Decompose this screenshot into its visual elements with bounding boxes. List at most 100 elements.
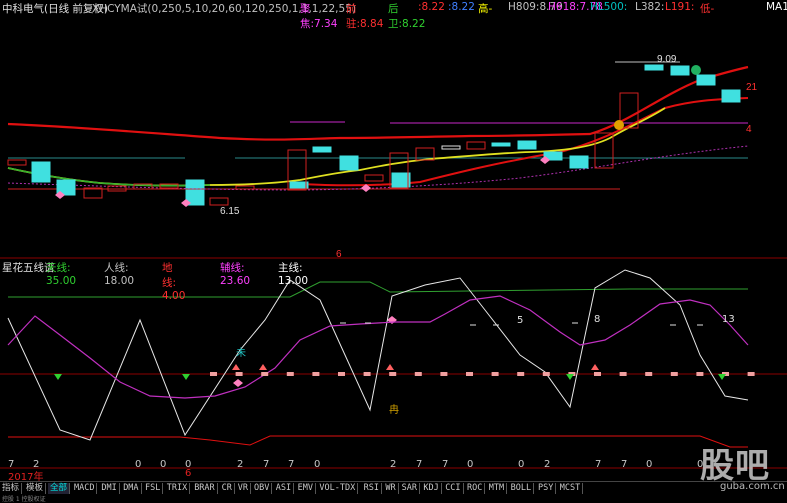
diamond-icon xyxy=(233,379,243,387)
candle xyxy=(491,142,511,147)
baseline-mark xyxy=(491,372,499,376)
candle xyxy=(235,185,255,190)
count-value: 0 xyxy=(185,459,192,470)
tab-cci[interactable]: CCI xyxy=(443,483,464,494)
candle xyxy=(391,172,411,188)
tab-模板[interactable]: 模板 xyxy=(24,483,47,494)
chart-canvas[interactable]: 9.09 6.15 21 4 6 5 8 13 未 冉 xyxy=(0,0,787,500)
tab-boll[interactable]: BOLL xyxy=(509,483,535,494)
baseline-mark xyxy=(338,372,345,376)
sub-label-8: 8 xyxy=(594,314,600,325)
count-value: 7 xyxy=(621,459,628,470)
up-arrow-icon xyxy=(259,364,267,370)
count-value: 2 xyxy=(390,459,397,470)
count-value: 0 xyxy=(135,459,142,470)
ma-long-red xyxy=(7,65,749,141)
baseline-mark xyxy=(645,372,653,376)
baseline-mark xyxy=(389,372,397,376)
baseline-mark xyxy=(312,372,320,376)
tab-rsi[interactable]: RSI xyxy=(362,483,382,494)
count-value: 2 xyxy=(544,459,551,470)
watermark-url: guba.com.cn xyxy=(720,481,785,492)
tab-psy[interactable]: PSY xyxy=(536,483,557,494)
up-arrow-icon xyxy=(386,364,394,370)
candle xyxy=(670,65,690,76)
down-arrow-icon xyxy=(718,374,726,380)
tab-wr[interactable]: WR xyxy=(383,483,399,494)
tab-cr[interactable]: CR xyxy=(220,483,235,494)
baseline-mark xyxy=(747,372,755,376)
count-value: 7 xyxy=(416,459,423,470)
tab-指标[interactable]: 指标 xyxy=(0,483,23,494)
right-marker-4: 4 xyxy=(746,124,752,135)
baseline-mark xyxy=(261,372,269,376)
count-value: 0 xyxy=(646,459,653,470)
sub-line-label: 地线: 4.00 xyxy=(162,262,186,302)
orange-signal-icon xyxy=(614,120,624,130)
sub-label-5: 5 xyxy=(517,315,523,326)
tab-mcst[interactable]: MCST xyxy=(558,483,584,494)
tab-vr[interactable]: VR xyxy=(236,483,252,494)
sub-label-wei: 未 xyxy=(236,347,246,359)
up-arrow-icon xyxy=(232,364,240,370)
tab-trix[interactable]: TRIX xyxy=(165,483,191,494)
baseline-mark xyxy=(363,372,371,376)
tab-kdj[interactable]: KDJ xyxy=(421,483,442,494)
baseline-mark xyxy=(414,372,422,376)
ground-line xyxy=(8,435,748,448)
down-arrow-icon xyxy=(182,374,190,380)
count-value: 0 xyxy=(160,459,167,470)
guba-watermark: 股吧 guba.com.cn xyxy=(700,438,785,498)
down-arrow-icon xyxy=(566,374,574,380)
tab-brar[interactable]: BRAR xyxy=(192,483,218,494)
baseline-mark xyxy=(670,372,678,376)
candle xyxy=(339,155,359,171)
tab-roc[interactable]: ROC xyxy=(465,483,486,494)
sub-label-13: 13 xyxy=(722,314,735,325)
count-value: 2 xyxy=(33,459,40,470)
main-line xyxy=(7,269,749,441)
tab-obv[interactable]: OBV xyxy=(252,483,273,494)
down-arrow-icon xyxy=(54,374,62,380)
sub-line-label: 辅线: 23.60 xyxy=(220,262,251,287)
sub-line-label: 人线: 18.00 xyxy=(104,262,135,287)
watermark-logo-text: 股吧 xyxy=(700,446,770,486)
right-marker-21: 21 xyxy=(746,82,758,93)
count-value: 0 xyxy=(518,459,525,470)
tab-mtm[interactable]: MTM xyxy=(487,483,508,494)
sub-label-ran: 冉 xyxy=(389,403,399,416)
baseline-mark xyxy=(286,372,294,376)
candlesticks[interactable] xyxy=(7,64,741,387)
tab-macd[interactable]: MACD xyxy=(72,483,98,494)
tab-dmi[interactable]: DMI xyxy=(99,483,120,494)
candle xyxy=(364,174,384,182)
baseline-mark xyxy=(517,372,525,376)
count-value: 0 xyxy=(467,459,474,470)
indicator-tab-bar: 指标 模板 全部 MACD DMI DMA FSL TRIX BRAR CR VR OBV ASI EMV… xyxy=(0,481,787,495)
tab-emv[interactable]: EMV xyxy=(296,483,316,494)
baseline-mark xyxy=(542,372,550,376)
tab-fsl[interactable]: FSL xyxy=(143,483,164,494)
baseline-mark xyxy=(466,372,473,376)
tab-vol-tdx[interactable]: VOL-TDX xyxy=(317,483,359,494)
tab-asi[interactable]: ASI xyxy=(274,483,295,494)
count-value: 7 xyxy=(288,459,295,470)
candle xyxy=(31,161,51,183)
sub-chart-header: 星花五线谱 天线: 35.00 人线: 18.00 地线: 4.00 辅线: 23.6… xyxy=(0,259,787,302)
candle xyxy=(517,140,537,150)
baseline-mark xyxy=(696,372,704,376)
candle xyxy=(185,179,205,189)
green-signal-icon xyxy=(691,65,701,75)
count-value: 7 xyxy=(595,459,602,470)
high-price-label: 9.09 xyxy=(657,54,677,65)
aux-line xyxy=(7,295,749,399)
tab-sar[interactable]: SAR xyxy=(400,483,420,494)
tab-dma[interactable]: DMA xyxy=(121,483,142,494)
candle xyxy=(721,89,741,103)
baseline-mark xyxy=(235,372,243,376)
baseline-mark xyxy=(210,372,217,376)
tab-全部[interactable]: 全部 xyxy=(48,483,71,494)
baseline-mark xyxy=(440,372,448,376)
candle xyxy=(696,74,716,86)
candle xyxy=(644,64,664,71)
